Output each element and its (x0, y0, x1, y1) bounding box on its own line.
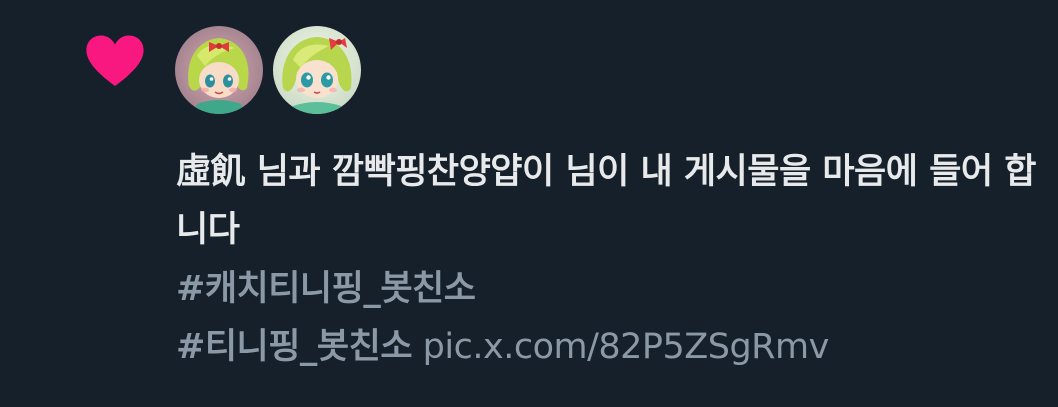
hashtag-link[interactable]: #티니핑_봇친소 (176, 327, 413, 367)
hashtag-link[interactable]: #캐치티니핑_봇친소 (176, 269, 476, 309)
liker-name-1[interactable]: 虛飢 (176, 152, 246, 192)
liker-name-2[interactable]: 깜빡핑찬양얍이 (332, 152, 554, 192)
avatar-group (175, 26, 361, 114)
tweet-preview[interactable]: #캐치티니핑_봇친소 #티니핑_봇친소 pic.x.com/82P5ZSgRmv (176, 260, 1036, 376)
notification-text: 虛飢 님과 깜빡핑찬양얍이 님이 내 게시물을 마음에 들어 합니다 (176, 143, 1036, 259)
tweet-line-2: #티니핑_봇친소 pic.x.com/82P5ZSgRmv (176, 318, 1036, 376)
avatar-user-2[interactable] (273, 26, 361, 114)
like-notification[interactable]: 虛飢 님과 깜빡핑찬양얍이 님이 내 게시물을 마음에 들어 합니다 #캐치티니… (0, 0, 1058, 407)
media-link[interactable]: pic.x.com/82P5ZSgRmv (423, 327, 830, 367)
heart-icon (86, 35, 144, 86)
tweet-line-1: #캐치티니핑_봇친소 (176, 260, 1036, 318)
avatar-user-1[interactable] (175, 26, 263, 114)
notification-connector: 님과 (245, 152, 332, 192)
